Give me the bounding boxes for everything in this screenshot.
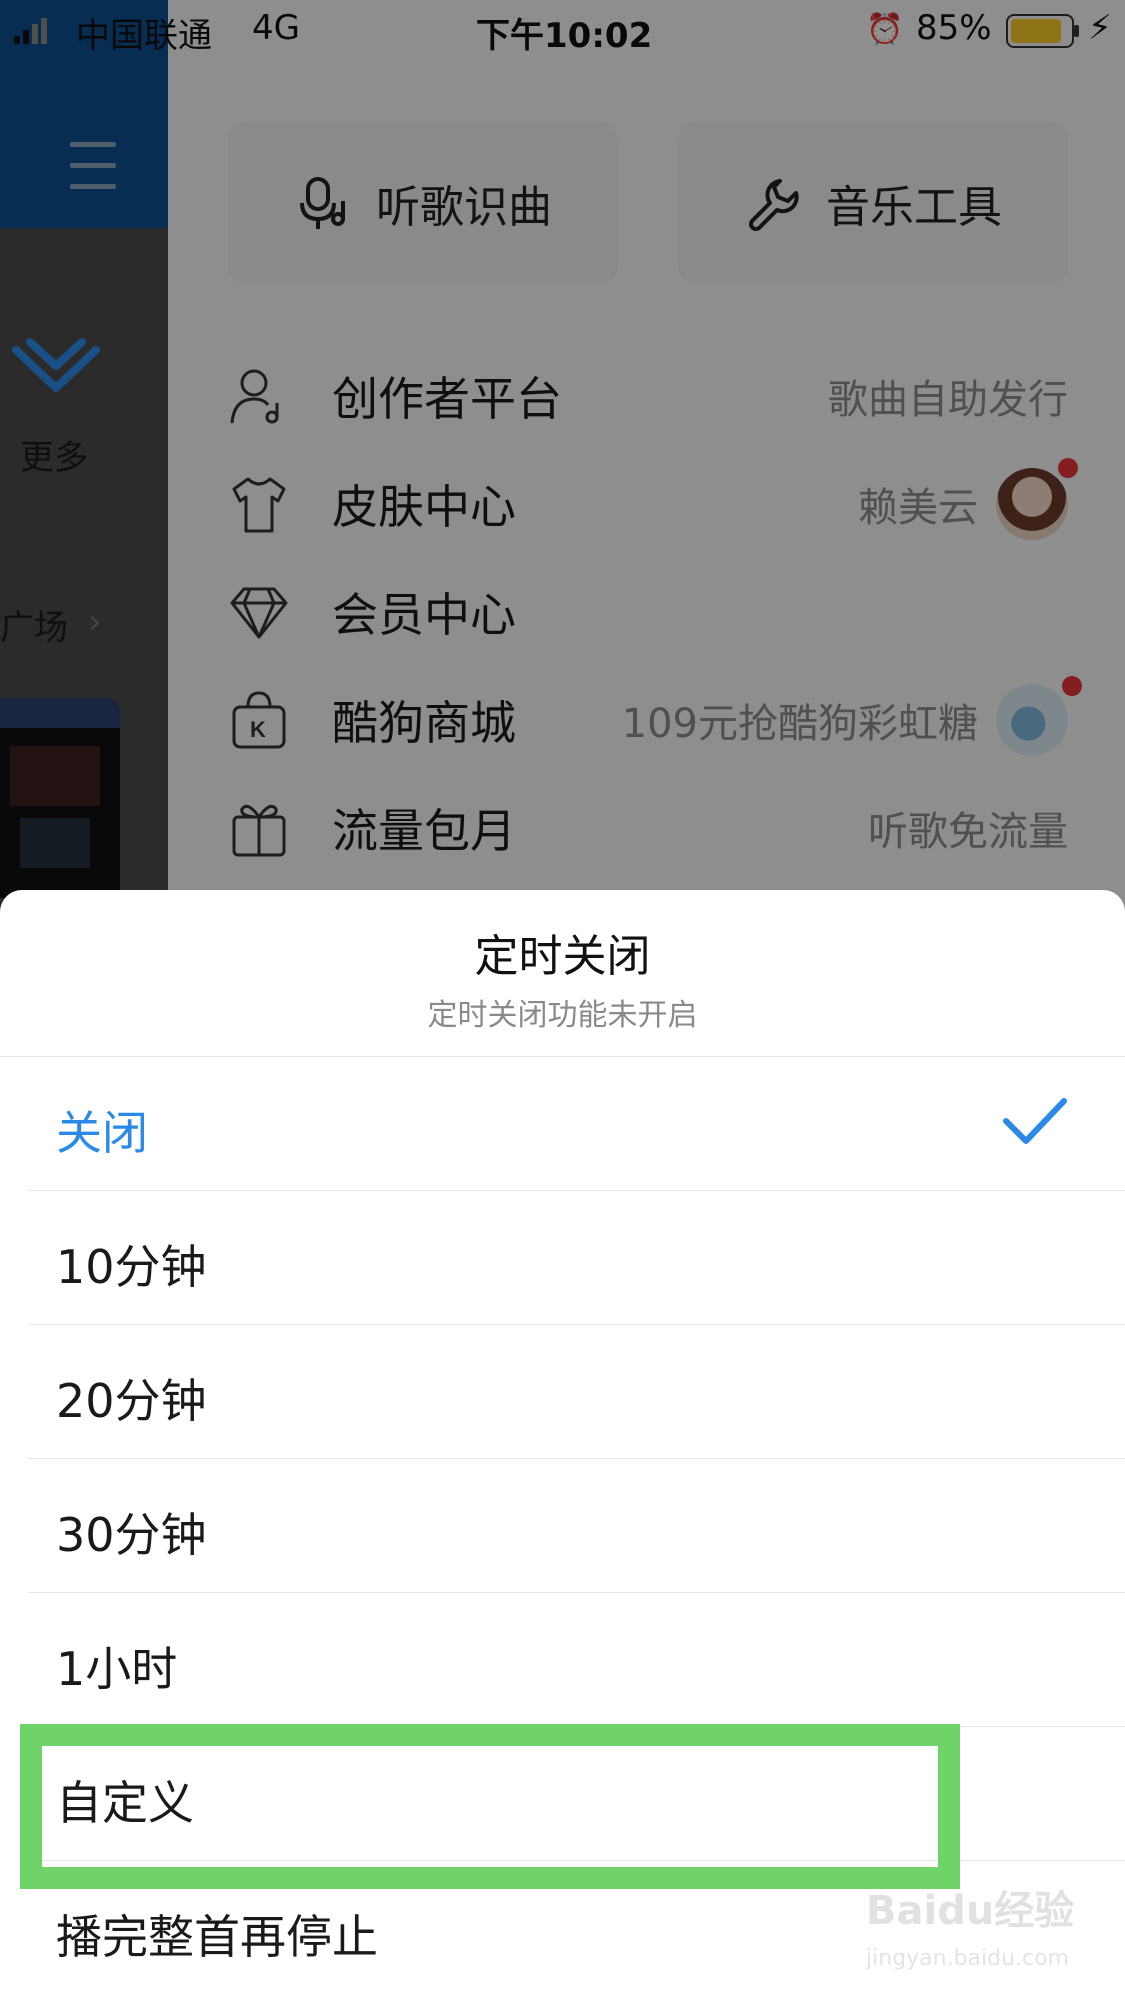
watermark-url: jingyan.baidu.com	[866, 1946, 1070, 1971]
option-label: 播完整首再停止	[56, 1910, 378, 1964]
sheet-title: 定时关闭	[474, 931, 651, 982]
timer-option-off[interactable]: 关闭	[0, 1057, 1125, 1191]
annotation-highlight-box	[20, 1724, 960, 1889]
sheet-subtitle: 定时关闭功能未开启	[427, 998, 698, 1033]
check-icon	[1003, 1098, 1067, 1144]
timer-option-10min[interactable]: 10分钟	[0, 1191, 1125, 1325]
option-label: 10分钟	[56, 1240, 207, 1294]
timer-option-1hour[interactable]: 1小时	[0, 1593, 1125, 1727]
option-label: 20分钟	[56, 1374, 207, 1428]
baidu-jingyan-watermark: Baidu经验 jingyan.baidu.com	[858, 1878, 1088, 1978]
option-label: 关闭	[56, 1106, 148, 1160]
timer-option-20min[interactable]: 20分钟	[0, 1325, 1125, 1459]
watermark-logo: Baidu经验	[866, 1888, 1075, 1934]
timer-option-30min[interactable]: 30分钟	[0, 1459, 1125, 1593]
option-label: 1小时	[56, 1642, 178, 1696]
option-label: 30分钟	[56, 1508, 207, 1562]
